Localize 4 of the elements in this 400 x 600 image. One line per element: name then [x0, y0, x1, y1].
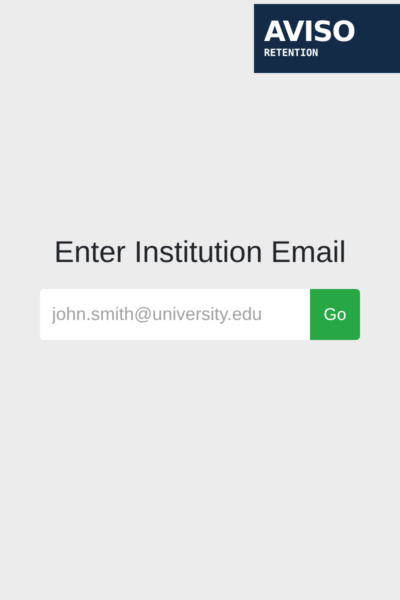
logo-name: AVISO	[264, 17, 356, 47]
heading: Enter Institution Email	[54, 235, 346, 271]
go-button[interactable]: Go	[310, 289, 360, 340]
logo-tagline: RETENTION	[264, 47, 320, 60]
